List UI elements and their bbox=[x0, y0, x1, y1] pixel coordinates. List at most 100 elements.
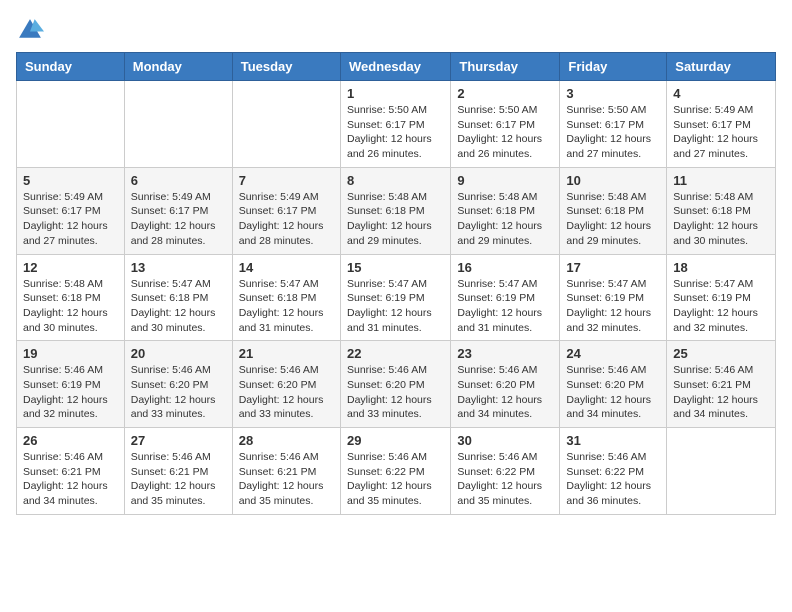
calendar-cell: 13Sunrise: 5:47 AM Sunset: 6:18 PM Dayli… bbox=[124, 254, 232, 341]
day-number: 26 bbox=[23, 433, 118, 448]
day-info: Sunrise: 5:47 AM Sunset: 6:19 PM Dayligh… bbox=[457, 277, 553, 336]
day-info: Sunrise: 5:47 AM Sunset: 6:18 PM Dayligh… bbox=[239, 277, 334, 336]
day-number: 8 bbox=[347, 173, 444, 188]
calendar-cell: 25 Sunrise: 5:46 AM Sunset: 6:21 PM Dayli… bbox=[667, 341, 776, 428]
header-sunday: Sunday bbox=[17, 53, 125, 81]
calendar-cell: 9Sunrise: 5:48 AM Sunset: 6:18 PM Daylig… bbox=[451, 167, 560, 254]
header-row: SundayMondayTuesdayWednesdayThursdayFrid… bbox=[17, 53, 776, 81]
day-number: 31 bbox=[566, 433, 660, 448]
day-number: 18 bbox=[673, 260, 769, 275]
day-number: 27 bbox=[131, 433, 226, 448]
week-row-2: 12Sunrise: 5:48 AM Sunset: 6:18 PM Dayli… bbox=[17, 254, 776, 341]
day-number: 3 bbox=[566, 86, 660, 101]
calendar-cell: 11 Sunrise: 5:48 AM Sunset: 6:18 PM Dayli… bbox=[667, 167, 776, 254]
day-info: Sunrise: 5:46 AM Sunset: 6:20 PM Dayligh… bbox=[239, 363, 334, 422]
calendar-cell: 4 Sunrise: 5:49 AM Sunset: 6:17 PM Daylig… bbox=[667, 81, 776, 168]
calendar-cell bbox=[232, 81, 340, 168]
calendar-cell: 2 Sunrise: 5:50 AM Sunset: 6:17 PM Daylig… bbox=[451, 81, 560, 168]
calendar-cell: 22Sunrise: 5:46 AM Sunset: 6:20 PM Dayli… bbox=[340, 341, 450, 428]
header-saturday: Saturday bbox=[667, 53, 776, 81]
calendar-cell: 31 Sunrise: 5:46 AM Sunset: 6:22 PM Dayli… bbox=[560, 428, 667, 515]
day-number: 20 bbox=[131, 346, 226, 361]
day-number: 16 bbox=[457, 260, 553, 275]
day-number: 25 bbox=[673, 346, 769, 361]
day-info: Sunrise: 5:46 AM Sunset: 6:21 PM Dayligh… bbox=[239, 450, 334, 509]
day-info: Sunrise: 5:46 AM Sunset: 6:21 PM Dayligh… bbox=[673, 363, 769, 422]
day-info: Sunrise: 5:49 AM Sunset: 6:17 PM Dayligh… bbox=[239, 190, 334, 249]
week-row-4: 26 Sunrise: 5:46 AM Sunset: 6:21 PM Dayli… bbox=[17, 428, 776, 515]
calendar-cell: 8 Sunrise: 5:48 AM Sunset: 6:18 PM Daylig… bbox=[340, 167, 450, 254]
day-number: 1 bbox=[347, 86, 444, 101]
day-info: Sunrise: 5:48 AM Sunset: 6:18 PM Dayligh… bbox=[347, 190, 444, 249]
day-info: Sunrise: 5:46 AM Sunset: 6:21 PM Dayligh… bbox=[23, 450, 118, 509]
calendar-cell bbox=[667, 428, 776, 515]
calendar-body: 1 Sunrise: 5:50 AM Sunset: 6:17 PM Daylig… bbox=[17, 81, 776, 515]
logo bbox=[16, 16, 48, 44]
day-number: 5 bbox=[23, 173, 118, 188]
day-info: Sunrise: 5:49 AM Sunset: 6:17 PM Dayligh… bbox=[131, 190, 226, 249]
day-number: 22 bbox=[347, 346, 444, 361]
calendar-table: SundayMondayTuesdayWednesdayThursdayFrid… bbox=[16, 52, 776, 515]
day-info: Sunrise: 5:46 AM Sunset: 6:22 PM Dayligh… bbox=[457, 450, 553, 509]
calendar-cell: 30Sunrise: 5:46 AM Sunset: 6:22 PM Dayli… bbox=[451, 428, 560, 515]
day-info: Sunrise: 5:50 AM Sunset: 6:17 PM Dayligh… bbox=[457, 103, 553, 162]
day-number: 6 bbox=[131, 173, 226, 188]
header-friday: Friday bbox=[560, 53, 667, 81]
day-number: 4 bbox=[673, 86, 769, 101]
calendar-cell: 3Sunrise: 5:50 AM Sunset: 6:17 PM Daylig… bbox=[560, 81, 667, 168]
calendar-cell: 6 Sunrise: 5:49 AM Sunset: 6:17 PM Daylig… bbox=[124, 167, 232, 254]
calendar-cell: 21 Sunrise: 5:46 AM Sunset: 6:20 PM Dayli… bbox=[232, 341, 340, 428]
day-info: Sunrise: 5:46 AM Sunset: 6:22 PM Dayligh… bbox=[566, 450, 660, 509]
calendar-cell: 26 Sunrise: 5:46 AM Sunset: 6:21 PM Dayli… bbox=[17, 428, 125, 515]
calendar-cell: 10 Sunrise: 5:48 AM Sunset: 6:18 PM Dayli… bbox=[560, 167, 667, 254]
day-number: 11 bbox=[673, 173, 769, 188]
day-info: Sunrise: 5:46 AM Sunset: 6:20 PM Dayligh… bbox=[457, 363, 553, 422]
header-tuesday: Tuesday bbox=[232, 53, 340, 81]
day-number: 24 bbox=[566, 346, 660, 361]
calendar-header: SundayMondayTuesdayWednesdayThursdayFrid… bbox=[17, 53, 776, 81]
header-monday: Monday bbox=[124, 53, 232, 81]
week-row-3: 19Sunrise: 5:46 AM Sunset: 6:19 PM Dayli… bbox=[17, 341, 776, 428]
calendar-cell: 16 Sunrise: 5:47 AM Sunset: 6:19 PM Dayli… bbox=[451, 254, 560, 341]
calendar-cell: 5 Sunrise: 5:49 AM Sunset: 6:17 PM Daylig… bbox=[17, 167, 125, 254]
calendar-cell bbox=[124, 81, 232, 168]
calendar-cell: 20 Sunrise: 5:46 AM Sunset: 6:20 PM Dayli… bbox=[124, 341, 232, 428]
day-number: 14 bbox=[239, 260, 334, 275]
day-number: 28 bbox=[239, 433, 334, 448]
calendar-cell: 17Sunrise: 5:47 AM Sunset: 6:19 PM Dayli… bbox=[560, 254, 667, 341]
day-info: Sunrise: 5:48 AM Sunset: 6:18 PM Dayligh… bbox=[23, 277, 118, 336]
day-info: Sunrise: 5:48 AM Sunset: 6:18 PM Dayligh… bbox=[673, 190, 769, 249]
day-info: Sunrise: 5:49 AM Sunset: 6:17 PM Dayligh… bbox=[23, 190, 118, 249]
day-info: Sunrise: 5:47 AM Sunset: 6:19 PM Dayligh… bbox=[347, 277, 444, 336]
week-row-1: 5 Sunrise: 5:49 AM Sunset: 6:17 PM Daylig… bbox=[17, 167, 776, 254]
day-info: Sunrise: 5:46 AM Sunset: 6:22 PM Dayligh… bbox=[347, 450, 444, 509]
day-info: Sunrise: 5:46 AM Sunset: 6:19 PM Dayligh… bbox=[23, 363, 118, 422]
day-info: Sunrise: 5:46 AM Sunset: 6:20 PM Dayligh… bbox=[131, 363, 226, 422]
day-number: 10 bbox=[566, 173, 660, 188]
calendar-cell: 24 Sunrise: 5:46 AM Sunset: 6:20 PM Dayli… bbox=[560, 341, 667, 428]
day-number: 2 bbox=[457, 86, 553, 101]
calendar-cell: 7 Sunrise: 5:49 AM Sunset: 6:17 PM Daylig… bbox=[232, 167, 340, 254]
calendar-cell: 12Sunrise: 5:48 AM Sunset: 6:18 PM Dayli… bbox=[17, 254, 125, 341]
day-info: Sunrise: 5:48 AM Sunset: 6:18 PM Dayligh… bbox=[566, 190, 660, 249]
header-wednesday: Wednesday bbox=[340, 53, 450, 81]
calendar-cell: 27 Sunrise: 5:46 AM Sunset: 6:21 PM Dayli… bbox=[124, 428, 232, 515]
calendar-cell: 19Sunrise: 5:46 AM Sunset: 6:19 PM Dayli… bbox=[17, 341, 125, 428]
header-thursday: Thursday bbox=[451, 53, 560, 81]
day-info: Sunrise: 5:47 AM Sunset: 6:19 PM Dayligh… bbox=[673, 277, 769, 336]
week-row-0: 1 Sunrise: 5:50 AM Sunset: 6:17 PM Daylig… bbox=[17, 81, 776, 168]
page-header bbox=[16, 16, 776, 44]
calendar-cell: 1 Sunrise: 5:50 AM Sunset: 6:17 PM Daylig… bbox=[340, 81, 450, 168]
day-info: Sunrise: 5:50 AM Sunset: 6:17 PM Dayligh… bbox=[347, 103, 444, 162]
day-number: 21 bbox=[239, 346, 334, 361]
day-info: Sunrise: 5:49 AM Sunset: 6:17 PM Dayligh… bbox=[673, 103, 769, 162]
day-info: Sunrise: 5:46 AM Sunset: 6:21 PM Dayligh… bbox=[131, 450, 226, 509]
day-info: Sunrise: 5:46 AM Sunset: 6:20 PM Dayligh… bbox=[566, 363, 660, 422]
day-number: 7 bbox=[239, 173, 334, 188]
calendar-cell: 18 Sunrise: 5:47 AM Sunset: 6:19 PM Dayli… bbox=[667, 254, 776, 341]
day-info: Sunrise: 5:47 AM Sunset: 6:19 PM Dayligh… bbox=[566, 277, 660, 336]
day-info: Sunrise: 5:48 AM Sunset: 6:18 PM Dayligh… bbox=[457, 190, 553, 249]
calendar-cell: 15Sunrise: 5:47 AM Sunset: 6:19 PM Dayli… bbox=[340, 254, 450, 341]
day-number: 23 bbox=[457, 346, 553, 361]
day-number: 13 bbox=[131, 260, 226, 275]
